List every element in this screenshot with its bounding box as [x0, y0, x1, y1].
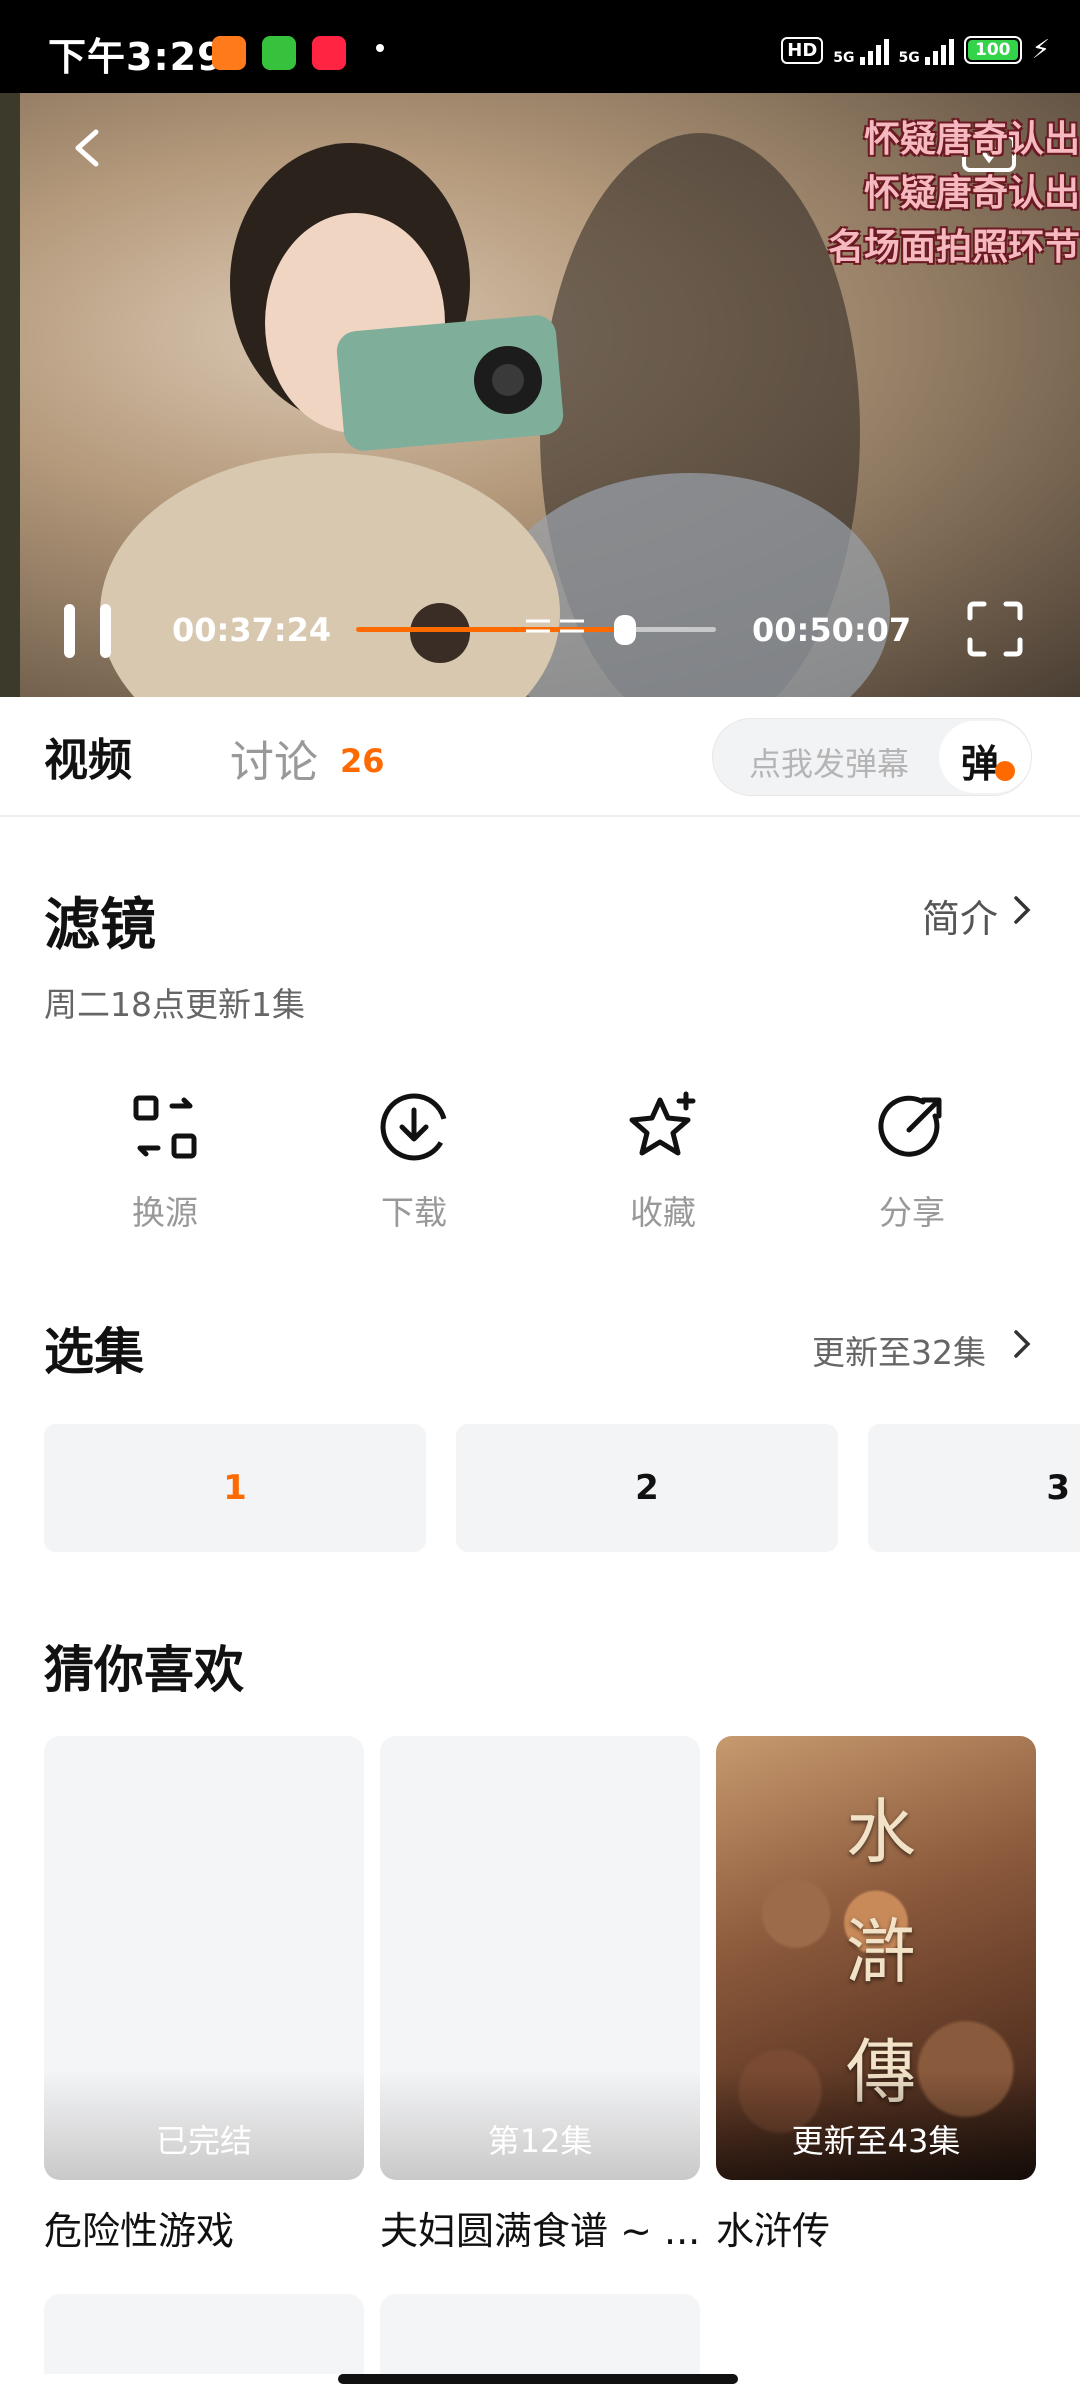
recommend-item[interactable]: 第12集 夫妇圆满食谱 ~ ...: [380, 1736, 700, 2255]
progress-thumb[interactable]: [613, 615, 636, 645]
chevron-right-icon[interactable]: [1010, 894, 1034, 926]
action-label: 分享: [879, 1193, 945, 1232]
intro-link[interactable]: 简介: [922, 888, 998, 943]
xiaohongshu-app-icon: [312, 36, 346, 70]
action-label: 下载: [381, 1193, 447, 1232]
back-chevron-icon: [75, 129, 99, 167]
episodes-title: 选集: [44, 1323, 144, 1381]
danmu-icon: 弹: [961, 742, 1000, 786]
recommend-item[interactable]: 已完结 危险性游戏: [44, 1736, 364, 2255]
status-bar: 下午3:29 HD 5G 5G 100 ⚡: [0, 0, 1080, 93]
status-indicators: HD 5G 5G 100 ⚡: [781, 30, 1050, 70]
share-icon: [878, 1095, 942, 1157]
battery-icon: 100: [963, 36, 1022, 64]
recommend-item-title[interactable]: 夫妇圆满食谱 ~ ...: [380, 2200, 700, 2255]
recommend-item-partial[interactable]: [380, 2294, 700, 2374]
discussion-count-badge: 26: [340, 742, 385, 780]
switch-source-button[interactable]: 换源: [75, 1090, 255, 1234]
fullscreen-icon: [967, 601, 1023, 657]
total-time: 00:50:07: [752, 611, 912, 649]
back-button[interactable]: [68, 128, 108, 168]
danmu-placeholder: 点我发弹幕: [749, 745, 910, 783]
danmaku-comment: 怀疑唐奇认出: [863, 173, 1080, 214]
switch-source-icon: [133, 1095, 197, 1159]
danmu-input[interactable]: 点我发弹幕 弹: [712, 718, 1032, 796]
danmaku-comment: 名场面拍照环节: [827, 227, 1080, 268]
hd-voice-icon: HD: [781, 36, 824, 64]
tab-discussion[interactable]: 讨论: [230, 726, 318, 790]
progress-bar[interactable]: [356, 619, 716, 633]
current-time: 00:37:24: [172, 611, 332, 649]
recommend-title: 猜你喜欢: [44, 1641, 244, 1699]
taobao-app-icon: [212, 36, 246, 70]
danmaku-comment: 怀疑唐奇认出: [863, 119, 1080, 160]
episode-button-1[interactable]: 1: [44, 1424, 426, 1552]
tab-video[interactable]: 视频: [44, 724, 132, 788]
pause-icon: [64, 604, 75, 658]
tabs-divider: [0, 815, 1080, 817]
episode-button-2[interactable]: 2: [456, 1424, 838, 1552]
chevron-right-icon[interactable]: [1010, 1328, 1034, 1360]
chapter-marks-icon: [526, 619, 584, 633]
recommend-item-partial[interactable]: [44, 2294, 364, 2374]
recommend-badge: 已完结: [155, 2122, 252, 2160]
signal-2-icon: 5G: [899, 35, 954, 65]
show-title: 滤镜: [44, 893, 156, 958]
notification-dot-icon: [376, 44, 384, 52]
recommend-poster[interactable]: 已完结: [44, 1736, 364, 2180]
favorite-star-icon: [629, 1091, 696, 1156]
home-indicator[interactable]: [338, 2374, 738, 2384]
update-schedule: 周二18点更新1集: [44, 985, 305, 1024]
recommend-badge: 第12集: [487, 2122, 593, 2160]
charging-icon: ⚡: [1031, 35, 1050, 65]
episode-button-3[interactable]: 3: [868, 1424, 1080, 1552]
poster-calligraphy: 滸: [846, 1911, 916, 1993]
download-icon: [380, 1093, 448, 1161]
signal-1-icon: 5G: [833, 35, 889, 65]
recommend-item[interactable]: 水 滸 傳 更新至43集 水浒传: [716, 1736, 1036, 2255]
wechat-app-icon: [262, 36, 296, 70]
danmu-toggle-button[interactable]: 弹: [939, 721, 1031, 793]
favorite-button[interactable]: 收藏: [573, 1090, 753, 1234]
recommend-item-title[interactable]: 水浒传: [716, 2200, 1036, 2255]
action-label: 收藏: [630, 1193, 696, 1232]
recommend-poster[interactable]: 水 滸 傳 更新至43集: [716, 1736, 1036, 2180]
episodes-update-link[interactable]: 更新至32集: [812, 1326, 986, 1374]
action-label: 换源: [132, 1193, 198, 1232]
fullscreen-button[interactable]: [966, 600, 1024, 658]
download-button[interactable]: 下载: [324, 1090, 504, 1234]
share-button[interactable]: 分享: [822, 1090, 1002, 1234]
recommend-badge: 更新至43集: [791, 2122, 961, 2160]
pause-button[interactable]: [60, 604, 116, 660]
status-time: 下午3:29: [48, 35, 225, 79]
recommend-poster[interactable]: 第12集: [380, 1736, 700, 2180]
recommend-item-title[interactable]: 危险性游戏: [44, 2200, 364, 2255]
danmu-on-check-icon: [995, 761, 1015, 781]
battery-level: 100: [974, 40, 1011, 60]
poster-calligraphy: 水: [846, 1791, 916, 1873]
